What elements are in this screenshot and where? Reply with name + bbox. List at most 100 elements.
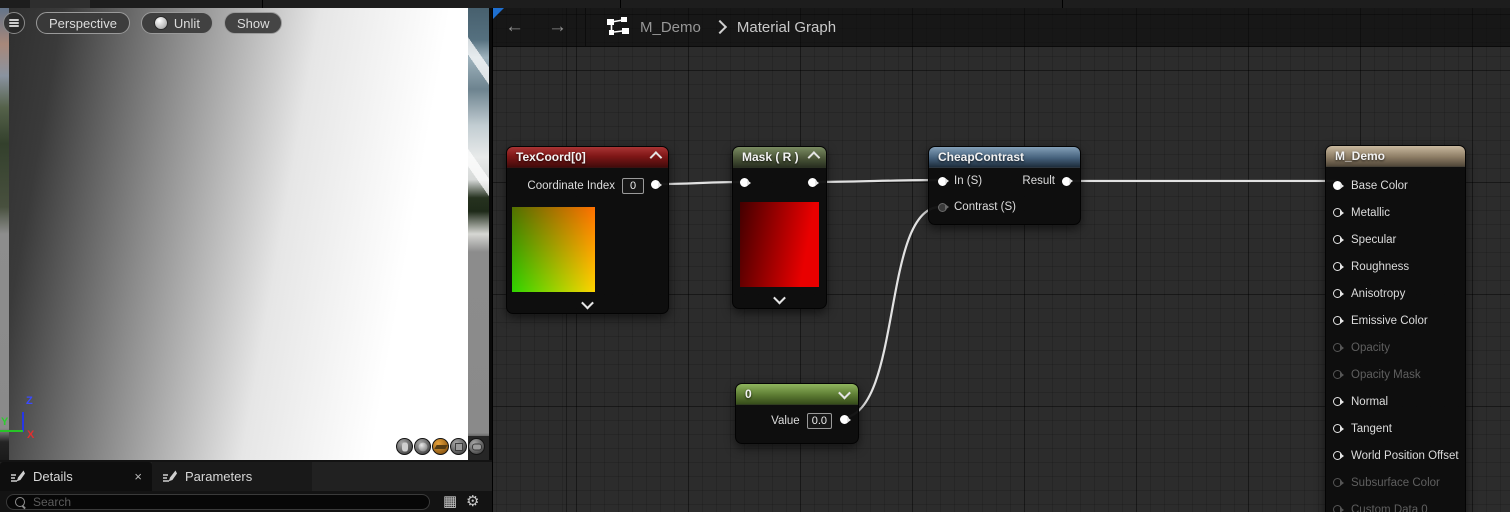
material-node-title: M_Demo xyxy=(1335,149,1386,163)
emissive-color-input-pin[interactable] xyxy=(1333,316,1342,325)
world-position-offset-input-pin[interactable] xyxy=(1333,451,1342,460)
plane-shape-button[interactable] xyxy=(432,438,449,455)
scalar-output-pin[interactable] xyxy=(840,415,849,424)
material-pin-label: World Position Offset xyxy=(1351,449,1459,462)
sphere-shape-button[interactable] xyxy=(414,438,431,455)
teapot-shape-button[interactable] xyxy=(468,438,485,455)
tab-details[interactable]: Details × xyxy=(0,462,152,491)
preview-shape-buttons xyxy=(396,438,485,455)
graph-node-icon xyxy=(607,17,629,35)
value-field[interactable]: 0.0 xyxy=(806,413,832,429)
collapse-chevron-icon[interactable] xyxy=(649,150,663,164)
wire-mask-to-cheapcontrast xyxy=(806,178,941,184)
column-view-icon[interactable]: ▦ xyxy=(443,492,457,512)
material-pin-row: Emissive Color xyxy=(1326,307,1465,334)
hamburger-icon xyxy=(9,22,19,24)
material-node-header[interactable]: M_Demo xyxy=(1326,146,1465,167)
mask-node-header[interactable]: Mask ( R ) xyxy=(733,147,826,168)
tab-parameters[interactable]: Parameters xyxy=(152,462,312,491)
specular-input-pin[interactable] xyxy=(1333,235,1342,244)
roughness-input-pin[interactable] xyxy=(1333,262,1342,271)
mask-output-pin[interactable] xyxy=(808,178,817,187)
preview-viewport[interactable]: Perspective Unlit Show Z Y X xyxy=(0,8,492,460)
material-pin-row: Custom Data 0 xyxy=(1326,496,1465,512)
anisotropy-input-pin[interactable] xyxy=(1333,289,1342,298)
contrast-s-input-pin[interactable] xyxy=(938,202,947,212)
viewport-toolbar: Perspective Unlit Show xyxy=(3,12,283,34)
texcoord-output-pin[interactable] xyxy=(651,180,660,189)
material-pin-row: Metallic xyxy=(1326,199,1465,226)
parameters-tab-label: Parameters xyxy=(185,469,253,484)
result-label: Result xyxy=(1022,175,1055,187)
cheapcontrast-node[interactable]: CheapContrast In (S) Result Contrast (S) xyxy=(928,146,1081,225)
contrast-row: Contrast (S) xyxy=(929,194,1080,220)
collapse-chevron-icon[interactable] xyxy=(807,150,821,164)
texcoord-node-header[interactable]: TexCoord[0] xyxy=(507,147,668,168)
top-strip-divider xyxy=(262,0,263,8)
perspective-button[interactable]: Perspective xyxy=(36,12,130,34)
base-color-input-pin[interactable] xyxy=(1333,181,1342,190)
forward-arrow-button[interactable]: → xyxy=(536,8,579,46)
cheapcontrast-node-header[interactable]: CheapContrast xyxy=(929,147,1080,168)
tangent-input-pin[interactable] xyxy=(1333,424,1342,433)
in-s-input-pin[interactable] xyxy=(938,176,947,186)
details-search-box[interactable] xyxy=(6,494,430,510)
mask-node-title: Mask ( R ) xyxy=(742,150,799,164)
material-pin-label: Tangent xyxy=(1351,422,1392,435)
custom-data-0-input-pin[interactable] xyxy=(1333,505,1342,512)
preview-toggle[interactable] xyxy=(507,296,668,310)
parameters-tab-icon xyxy=(163,470,177,482)
coordinate-index-row: Coordinate Index 0 xyxy=(507,178,644,194)
window-top-strip xyxy=(0,0,1510,8)
material-pin-row: Base Color xyxy=(1326,172,1465,199)
scalar-node-title: 0 xyxy=(745,387,752,401)
chevron-down-icon xyxy=(773,291,786,305)
search-input[interactable] xyxy=(31,494,421,510)
cube-shape-button[interactable] xyxy=(450,438,467,455)
material-pin-label: Normal xyxy=(1351,395,1389,408)
axis-gizmo: Z Y X xyxy=(0,395,46,441)
scalar-node-header[interactable]: 0 xyxy=(736,384,858,405)
show-button[interactable]: Show xyxy=(223,12,283,34)
viewport-background-right xyxy=(468,8,489,460)
material-pin-label: Roughness xyxy=(1351,260,1410,273)
metallic-input-pin[interactable] xyxy=(1333,208,1342,217)
cheapcontrast-node-title: CheapContrast xyxy=(938,150,1025,164)
breadcrumb-chevron-icon xyxy=(712,19,727,35)
preview-toggle[interactable] xyxy=(733,291,826,305)
mask-input-pin[interactable] xyxy=(740,178,749,187)
in-row: In (S) Result xyxy=(929,168,1080,194)
view-mode-icon xyxy=(153,16,168,30)
z-axis-line xyxy=(22,412,24,432)
y-axis-line xyxy=(0,430,23,432)
texcoord-node[interactable]: TexCoord[0] Coordinate Index 0 xyxy=(506,146,669,314)
y-axis-label: Y xyxy=(1,416,9,428)
cylinder-shape-button[interactable] xyxy=(396,438,413,455)
unlit-view-mode-button[interactable]: Unlit xyxy=(140,12,213,34)
normal-input-pin[interactable] xyxy=(1333,397,1342,406)
perspective-button-label: Perspective xyxy=(49,15,117,31)
material-graph-canvas[interactable]: ← → M_Demo Material Graph TexCoord[0] Co… xyxy=(492,8,1510,512)
material-pin-label: Anisotropy xyxy=(1351,287,1406,300)
search-row: ▦ ⚙ xyxy=(0,491,492,512)
contrast-s-label: Contrast (S) xyxy=(954,201,1016,213)
opacity-input-pin[interactable] xyxy=(1333,343,1342,352)
viewport-menu-button[interactable] xyxy=(3,12,25,34)
texcoord-node-title: TexCoord[0] xyxy=(516,150,586,164)
coordinate-index-value[interactable]: 0 xyxy=(622,178,644,194)
chevron-down-icon[interactable] xyxy=(838,386,851,399)
subsurface-color-input-pin[interactable] xyxy=(1333,478,1342,487)
settings-gear-icon[interactable]: ⚙ xyxy=(466,492,479,512)
active-panel-corner-indicator xyxy=(493,8,504,19)
opacity-mask-input-pin[interactable] xyxy=(1333,370,1342,379)
scalar-constant-node[interactable]: 0 Value 0.0 xyxy=(735,383,859,444)
top-strip-segment xyxy=(30,0,90,8)
breadcrumb-current: Material Graph xyxy=(736,18,837,36)
material-pin-label: Subsurface Color xyxy=(1351,476,1440,489)
mask-node[interactable]: Mask ( R ) xyxy=(732,146,827,309)
coordinate-index-label: Coordinate Index xyxy=(527,180,615,192)
result-output-pin[interactable] xyxy=(1062,176,1071,186)
breadcrumb-root[interactable]: M_Demo xyxy=(640,19,701,36)
material-result-node[interactable]: M_Demo Base Color Metallic Specular Roughne… xyxy=(1325,145,1466,512)
close-tab-icon[interactable]: × xyxy=(134,469,142,484)
